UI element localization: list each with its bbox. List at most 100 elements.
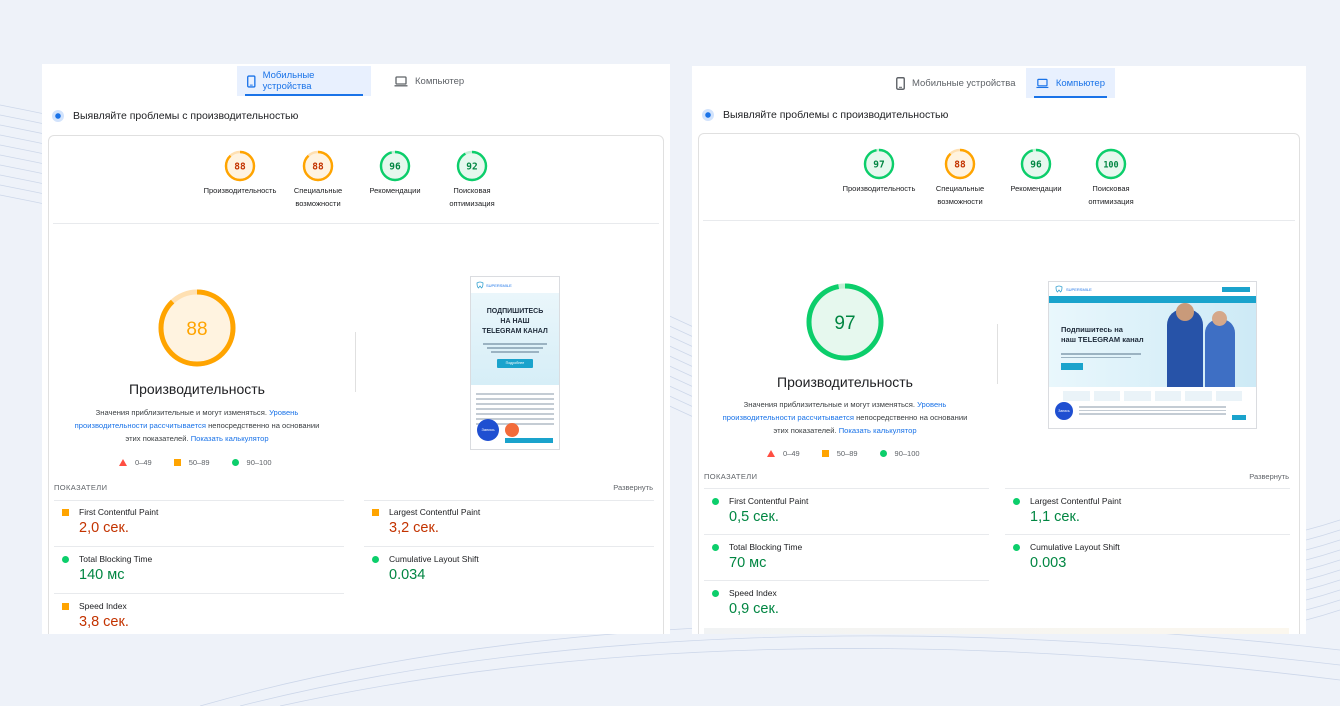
legend-pass: 90–100 [231, 458, 272, 467]
section-title: Выявляйте проблемы с производительностью [702, 109, 948, 121]
expand-button[interactable]: Развернуть [613, 483, 653, 492]
score-gauge-performance[interactable]: 88 Производительность [202, 150, 278, 197]
main-score-gauge: 88 [158, 289, 236, 367]
legend-average: 50–89 [173, 458, 210, 467]
tab-desktop[interactable]: Компьютер [384, 66, 474, 96]
score-label: Рекомендации [1010, 184, 1062, 193]
tab-label: Компьютер [1055, 77, 1105, 89]
score-label: Производительность [203, 186, 277, 195]
main-score-gauge: 97 [806, 283, 884, 361]
score-legend: 0–49 50–89 90–100 [767, 449, 920, 458]
device-tabs: Мобильные устройства Компьютер [42, 64, 670, 96]
device-tabs: Мобильные устройства Компьютер [692, 66, 1306, 98]
status-marker [62, 508, 69, 516]
gauge-ring: 88 [224, 150, 256, 182]
metric-fcp: First Contentful Paint 2,0 сек. [62, 507, 342, 536]
gauge-ring: 88 [302, 150, 334, 182]
status-marker [62, 602, 69, 610]
tab-desktop[interactable]: Компьютер [1026, 68, 1115, 98]
legend-fail: 0–49 [767, 449, 800, 458]
person-figure [1205, 319, 1235, 387]
desktop-report-panel: Мобильные устройства Компьютер Выявляйте… [692, 66, 1306, 634]
score-description: Значения приблизительные и могут изменят… [74, 408, 320, 443]
score-description: Значения приблизительные и могут изменят… [722, 400, 968, 435]
status-marker [712, 589, 719, 597]
page-screenshot-thumbnail: SUPERSMILE Подпишитесь на наш TELEGRAM ка… [1048, 281, 1257, 429]
section-title: Выявляйте проблемы с производительностью [52, 110, 298, 122]
score-value: 92 [466, 162, 477, 173]
score-value: 88 [312, 162, 324, 173]
report-card: 88 Производительность 88 Специальные возм… [48, 135, 664, 634]
site-logo-text: SUPERSMILE [486, 282, 512, 288]
thumb-hero: ПОДПИШИТЕСЬ НА НАШ TELEGRAM КАНАЛ Подробне… [471, 293, 559, 385]
score-value: 96 [1030, 160, 1042, 171]
score-gauge-performance[interactable]: 97 Производительность [841, 148, 917, 195]
vertical-separator [997, 324, 998, 384]
score-gauge-best-practices[interactable]: 96 Рекомендации [357, 150, 433, 197]
page-screenshot-thumbnail: SUPERSMILE ПОДПИШИТЕСЬ НА НАШ TELEGRAM КАН… [470, 276, 560, 450]
thumb-fab: Запись [477, 419, 499, 441]
metric-cls: Cumulative Layout Shift 0.003 [1013, 542, 1293, 571]
metric-lcp: Largest Contentful Paint 1,1 сек. [1013, 496, 1293, 525]
status-marker [372, 508, 379, 516]
score-gauge-accessibility[interactable]: 88 Специальные возможности [922, 148, 998, 208]
laptop-icon [1036, 78, 1049, 88]
score-label: Рекомендации [369, 186, 421, 195]
show-calculator-link[interactable]: Показать калькулятор [191, 434, 269, 443]
show-calculator-link[interactable]: Показать калькулятор [839, 426, 917, 435]
status-marker [712, 543, 719, 551]
thumb-headline: Подпишитесь на наш TELEGRAM канал [1061, 325, 1144, 344]
legend-fail: 0–49 [119, 458, 152, 467]
thumb-nav-bar [1049, 296, 1256, 303]
smartphone-icon [247, 74, 256, 88]
score-label: Специальные возможности [293, 186, 343, 208]
circle-icon [231, 459, 239, 466]
metric-speed-index: Speed Index 0,9 сек. [712, 588, 992, 617]
metric-tbt: Total Blocking Time 140 мс [62, 554, 342, 583]
square-icon [173, 459, 181, 466]
legend-average: 50–89 [821, 449, 858, 458]
status-marker [1013, 543, 1020, 551]
triangle-icon [767, 450, 775, 457]
thumb-headline: ПОДПИШИТЕСЬ НА НАШ TELEGRAM КАНАЛ [482, 308, 548, 335]
gauge-ring: 92 [456, 150, 488, 182]
score-value: 100 [1103, 161, 1118, 171]
status-marker [712, 497, 719, 505]
gauge-ring: 97 [863, 148, 895, 180]
metric-speed-index: Speed Index 3,8 сек. [62, 601, 342, 630]
metric-cls: Cumulative Layout Shift 0.034 [372, 554, 652, 583]
status-marker [1013, 497, 1020, 505]
main-score-title: Производительность [777, 374, 913, 390]
vertical-separator [355, 332, 356, 392]
expand-button[interactable]: Развернуть [1249, 472, 1289, 481]
tab-mobile[interactable]: Мобильные устройства [237, 66, 371, 96]
laptop-icon [394, 75, 408, 86]
report-card: 97 Производительность 88 Специальные возм… [698, 133, 1300, 634]
phone-icon [505, 423, 519, 437]
smartphone-icon [896, 76, 905, 90]
metric-tbt: Total Blocking Time 70 мс [712, 542, 992, 571]
score-label: Производительность [842, 184, 916, 193]
tooth-logo-icon [476, 281, 484, 289]
insights-icon [702, 109, 714, 121]
divider [53, 223, 659, 224]
triangle-icon [119, 459, 127, 466]
thumb-fab: Запись [1055, 402, 1073, 420]
tab-mobile[interactable]: Мобильные устройства [886, 68, 1025, 98]
score-value: 97 [873, 160, 884, 171]
metrics-header: ПОКАЗАТЕЛИ [54, 483, 108, 492]
score-label: Поисковая оптимизация [449, 186, 495, 208]
score-gauge-seo[interactable]: 92 Поисковая оптимизация [434, 150, 510, 210]
mobile-report-panel: Мобильные устройства Компьютер Выявляйте… [42, 64, 670, 634]
score-gauge-accessibility[interactable]: 88 Специальные возможности [280, 150, 356, 210]
main-score-value: 97 [834, 313, 855, 334]
thumb-hero: Подпишитесь на наш TELEGRAM канал [1049, 303, 1256, 387]
score-gauge-best-practices[interactable]: 96 Рекомендации [998, 148, 1074, 195]
main-score-title: Производительность [129, 381, 265, 397]
score-gauge-seo[interactable]: 100 Поисковая оптимизация [1073, 148, 1149, 208]
score-value: 88 [954, 160, 966, 171]
metric-fcp: First Contentful Paint 0,5 сек. [712, 496, 992, 525]
tooth-logo-icon [1055, 285, 1063, 293]
score-label: Специальные возможности [935, 184, 985, 206]
next-section-bar [704, 628, 1289, 634]
